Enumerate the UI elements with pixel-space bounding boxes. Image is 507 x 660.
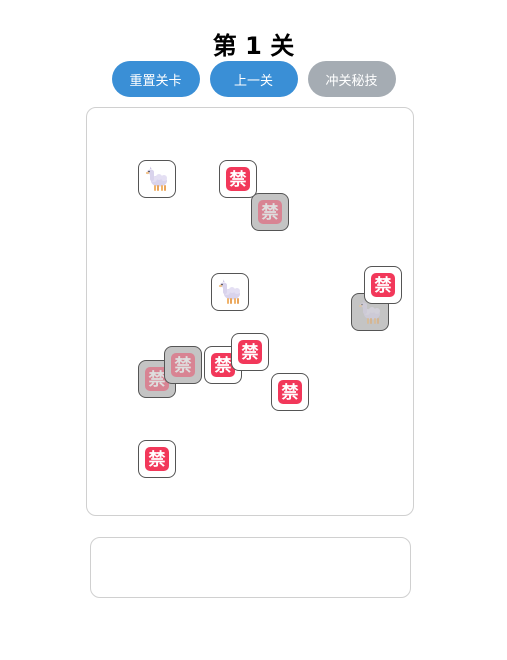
tile-slot-bar (90, 537, 411, 598)
svg-text:禁: 禁 (262, 202, 279, 223)
level-title: 第 1 关 (212, 32, 295, 60)
forbidden-tile: 禁 (164, 346, 202, 384)
forbidden-tile: 禁 (251, 193, 289, 231)
svg-text:禁: 禁 (149, 449, 166, 470)
svg-text:禁: 禁 (242, 342, 259, 363)
forbidden-tile[interactable]: 禁 (364, 266, 402, 304)
llama-tile[interactable] (211, 273, 249, 311)
previous-level-button[interactable]: 上一关 (209, 61, 298, 97)
cheat-button[interactable]: 冲关秘技 (307, 61, 396, 97)
reset-level-button[interactable]: 重置关卡 (111, 61, 200, 97)
forbidden-icon: 禁 (170, 352, 196, 378)
svg-text:禁: 禁 (175, 355, 192, 376)
svg-text:禁: 禁 (375, 275, 392, 296)
forbidden-icon: 禁 (144, 446, 170, 472)
forbidden-icon: 禁 (277, 379, 303, 405)
game-board: 禁禁禁禁禁禁禁禁禁 (86, 107, 414, 516)
llama-icon (216, 278, 244, 306)
forbidden-icon: 禁 (237, 339, 263, 365)
control-buttons: 重置关卡 上一关 冲关秘技 (0, 61, 507, 97)
forbidden-tile[interactable]: 禁 (271, 373, 309, 411)
forbidden-tile[interactable]: 禁 (231, 333, 269, 371)
forbidden-icon: 禁 (370, 272, 396, 298)
svg-text:禁: 禁 (215, 355, 232, 376)
svg-text:禁: 禁 (282, 382, 299, 403)
forbidden-tile[interactable]: 禁 (219, 160, 257, 198)
forbidden-icon: 禁 (225, 166, 251, 192)
forbidden-icon: 禁 (257, 199, 283, 225)
svg-text:禁: 禁 (149, 369, 166, 390)
forbidden-tile[interactable]: 禁 (138, 440, 176, 478)
llama-tile[interactable] (138, 160, 176, 198)
game-page: 第 1 关 重置关卡 上一关 冲关秘技 禁禁禁禁禁禁禁禁禁 (0, 0, 507, 660)
llama-icon (143, 165, 171, 193)
svg-text:禁: 禁 (230, 169, 247, 190)
